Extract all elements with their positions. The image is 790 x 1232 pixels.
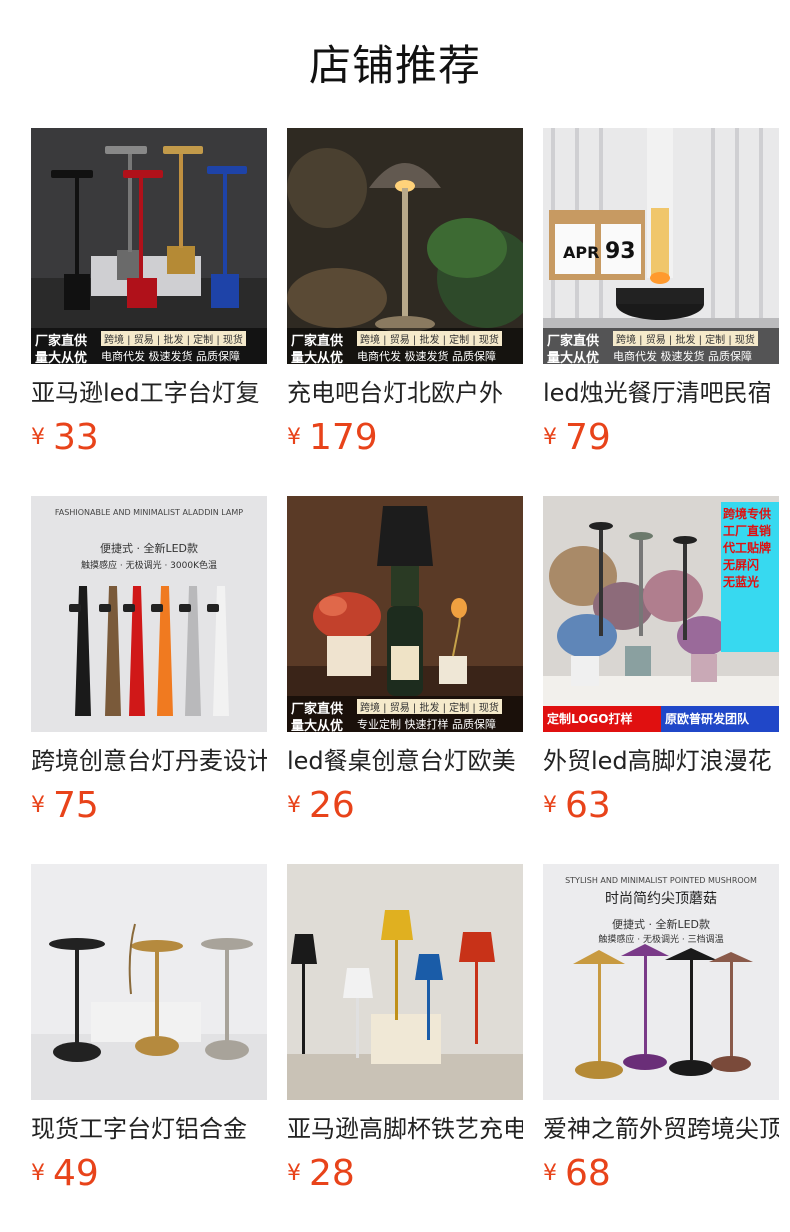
promo-bottom-bar: 定制LOGO打样 原欧普研发团队 — [543, 706, 779, 732]
svg-text:APR: APR — [563, 243, 599, 262]
banner-tags: 跨境 | 贸易 | 批发 | 定制 | 现货 — [357, 699, 502, 714]
price-value: 75 — [53, 785, 99, 826]
product-name[interactable]: led烛光餐厅清吧民宿 — [543, 376, 779, 410]
image-caption-sub: 便捷式 · 全新LED款 — [99, 542, 199, 555]
image-caption-top: FASHIONABLE AND MINIMALIST ALADDIN LAMP — [54, 508, 244, 517]
currency-symbol: ¥ — [543, 1161, 557, 1186]
product-name[interactable]: led餐桌创意台灯欧美 — [287, 744, 523, 778]
banner-tags: 跨境 | 贸易 | 批发 | 定制 | 现货 — [101, 331, 246, 346]
price-value: 26 — [309, 785, 355, 826]
price-value: 179 — [309, 417, 378, 458]
currency-symbol: ¥ — [287, 425, 301, 450]
side-line: 跨境专供 — [723, 507, 772, 521]
promo-banner: 厂家直供 量大从优 跨境 | 贸易 | 批发 | 定制 | 现货 电商代发 极速… — [543, 328, 779, 364]
image-caption-sub2: 触摸感应 · 无极调光 · 3000K色温 — [81, 561, 217, 571]
product-name[interactable]: 现货工字台灯铝合金 — [31, 1112, 267, 1146]
page-title: 店铺推荐 — [308, 41, 481, 90]
product-price: ¥49 — [31, 1154, 99, 1194]
promo-banner: 厂家直供 量大从优 跨境 | 贸易 | 批发 | 定制 | 现货 电商代发 极速… — [287, 328, 523, 364]
side-line: 无蓝光 — [723, 575, 760, 589]
price-value: 28 — [309, 1153, 355, 1194]
product-image[interactable]: 跨境专供 工厂直销 代工贴牌 无屏闪 无蓝光 定制LOGO打样 原欧普研发团队 — [543, 496, 779, 732]
banner-sub: 电商代发 极速发货 品质保障 — [101, 350, 240, 363]
product-price: ¥179 — [287, 418, 378, 458]
product-price: ¥68 — [543, 1154, 611, 1194]
price-value: 33 — [53, 417, 99, 458]
product-price: ¥63 — [543, 786, 611, 826]
banner-sub: 电商代发 极速发货 品质保障 — [613, 350, 752, 363]
promo-banner: 厂家直供 量大从优 跨境 | 贸易 | 批发 | 定制 | 现货 电商代发 极速… — [31, 328, 267, 364]
side-line: 代工贴牌 — [723, 541, 772, 555]
currency-symbol: ¥ — [31, 1161, 45, 1186]
product-image[interactable]: 厂家直供 量大从优 跨境 | 贸易 | 批发 | 定制 | 现货 电商代发 极速… — [31, 128, 267, 364]
currency-symbol: ¥ — [287, 1161, 301, 1186]
product-price: ¥79 — [543, 418, 611, 458]
product-price: ¥33 — [31, 418, 99, 458]
product-price: ¥75 — [31, 786, 99, 826]
image-caption-big: 时尚简约尖顶蘑菇 — [605, 891, 717, 907]
banner-tags: 跨境 | 贸易 | 批发 | 定制 | 现货 — [613, 331, 758, 346]
bar-left-text: 定制LOGO打样 — [547, 712, 633, 726]
product-name[interactable]: 充电吧台灯北欧户外 — [287, 376, 523, 410]
image-caption-top: STYLISH AND MINIMALIST POINTED MUSHROOM — [565, 876, 757, 885]
banner-line2: 量大从优 — [291, 719, 344, 732]
banner-tags: 跨境 | 贸易 | 批发 | 定制 | 现货 — [357, 331, 502, 346]
product-image[interactable] — [31, 864, 267, 1100]
product-image[interactable]: FASHIONABLE AND MINIMALIST ALADDIN LAMP … — [31, 496, 267, 732]
banner-line2: 量大从优 — [547, 351, 600, 364]
promo-side-box: 跨境专供 工厂直销 代工贴牌 无屏闪 无蓝光 — [721, 502, 779, 652]
price-value: 79 — [565, 417, 611, 458]
currency-symbol: ¥ — [31, 425, 45, 450]
product-image[interactable] — [287, 864, 523, 1100]
price-value: 63 — [565, 785, 611, 826]
image-caption-sub: 便捷式 · 全新LED款 — [611, 918, 711, 931]
image-caption-sub2: 触摸感应 · 无极调光 · 三档调温 — [598, 935, 724, 945]
banner-sub: 专业定制 快速打样 品质保障 — [357, 718, 496, 731]
product-name[interactable]: 跨境创意台灯丹麦设计 — [31, 744, 267, 778]
product-name[interactable]: 爱神之箭外贸跨境尖顶 — [543, 1112, 779, 1146]
price-value: 49 — [53, 1153, 99, 1194]
banner-line2: 量大从优 — [35, 351, 88, 364]
svg-text:93: 93 — [605, 239, 636, 264]
product-name[interactable]: 亚马逊led工字台灯复 — [31, 376, 267, 410]
product-image[interactable]: STYLISH AND MINIMALIST POINTED MUSHROOM … — [543, 864, 779, 1100]
banner-sub: 电商代发 极速发货 品质保障 — [357, 350, 496, 363]
product-image[interactable]: 厂家直供 量大从优 跨境 | 贸易 | 批发 | 定制 | 现货 电商代发 极速… — [287, 128, 523, 364]
currency-symbol: ¥ — [543, 425, 557, 450]
side-line: 无屏闪 — [723, 558, 760, 572]
product-name[interactable]: 亚马逊高脚杯铁艺充电 — [287, 1112, 523, 1146]
product-price: ¥26 — [287, 786, 355, 826]
banner-line2: 量大从优 — [291, 351, 344, 364]
price-value: 68 — [565, 1153, 611, 1194]
bar-right-text: 原欧普研发团队 — [665, 712, 750, 726]
side-line: 工厂直销 — [723, 524, 772, 538]
product-image[interactable]: 厂家直供 量大从优 跨境 | 贸易 | 批发 | 定制 | 现货 专业定制 快速… — [287, 496, 523, 732]
currency-symbol: ¥ — [287, 793, 301, 818]
product-price: ¥28 — [287, 1154, 355, 1194]
promo-banner: 厂家直供 量大从优 跨境 | 贸易 | 批发 | 定制 | 现货 专业定制 快速… — [287, 696, 523, 732]
product-image[interactable]: APR 93 厂家直供 量大从优 跨境 | 贸易 | 批发 | 定制 | 现货 … — [543, 128, 779, 364]
currency-symbol: ¥ — [543, 793, 557, 818]
currency-symbol: ¥ — [31, 793, 45, 818]
product-name[interactable]: 外贸led高脚灯浪漫花 — [543, 744, 779, 778]
